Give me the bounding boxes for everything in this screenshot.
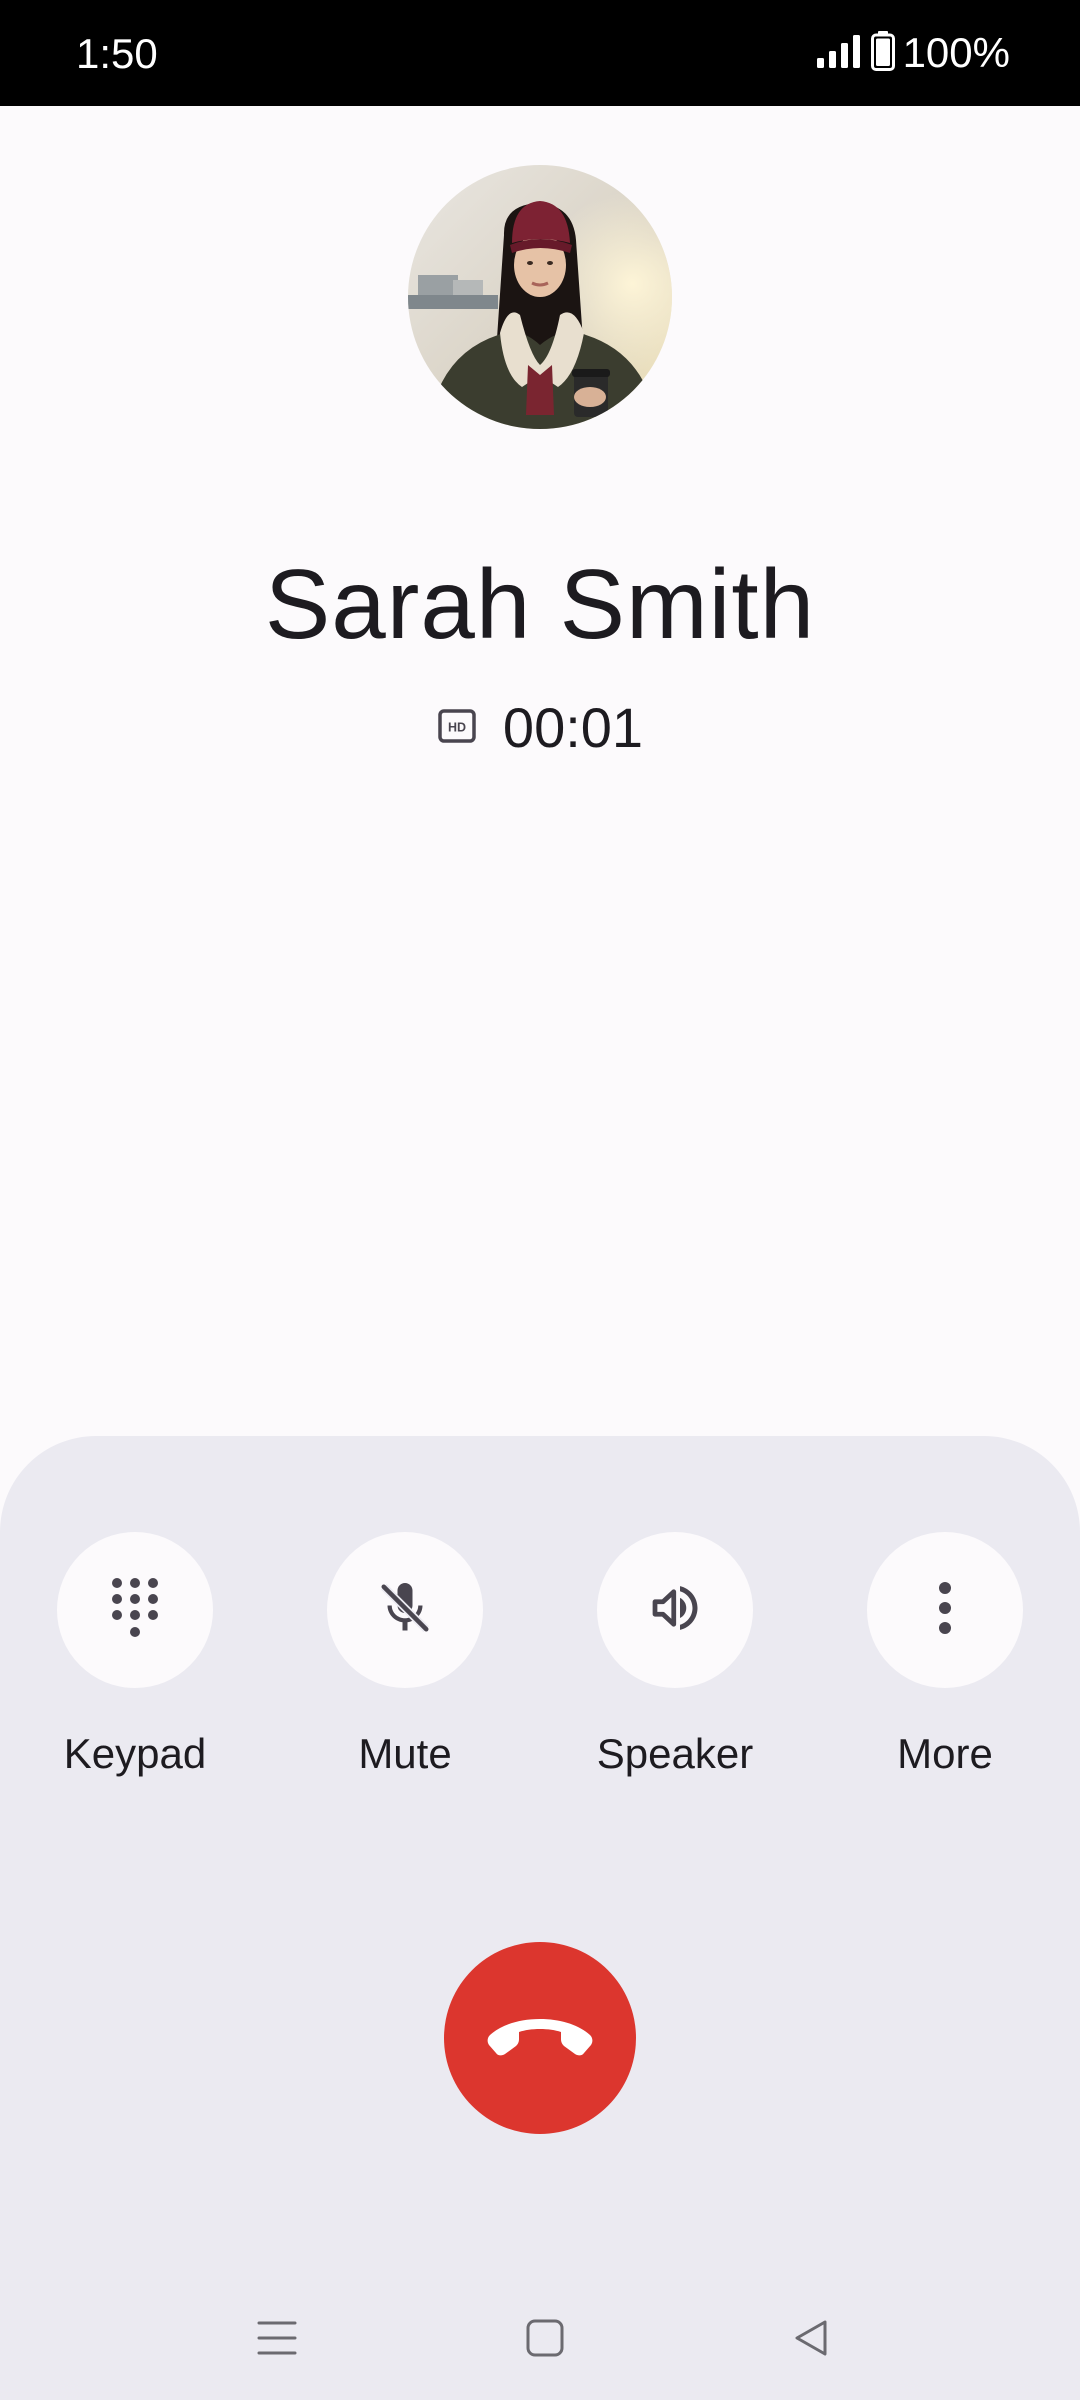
back-button[interactable] — [781, 2310, 841, 2370]
more-button[interactable] — [867, 1532, 1023, 1688]
mute-button[interactable] — [327, 1532, 483, 1688]
recents-button[interactable] — [247, 2310, 307, 2370]
mic-off-icon — [375, 1578, 435, 1643]
more-vert-icon — [935, 1580, 955, 1641]
call-end-icon — [485, 2011, 595, 2066]
speaker-icon — [645, 1578, 705, 1643]
battery-icon — [870, 30, 895, 76]
recents-icon — [257, 2319, 297, 2362]
svg-text:HD: HD — [448, 720, 466, 734]
keypad-button[interactable] — [57, 1532, 213, 1688]
dialpad-icon — [107, 1575, 163, 1646]
caller-name: Sarah Smith — [264, 549, 816, 659]
keypad-control: Keypad — [25, 1532, 245, 1778]
call-info: HD 00:01 — [0, 696, 1080, 760]
status-time: 1:50 — [76, 30, 158, 77]
status-bar: 1:50 100% — [0, 0, 1080, 106]
more-control: More — [835, 1532, 1055, 1778]
speaker-label: Speaker — [596, 1730, 754, 1777]
speaker-button[interactable] — [597, 1532, 753, 1688]
end-call-button[interactable] — [444, 1942, 636, 2134]
battery-level: 100% — [902, 29, 1010, 76]
hd-icon: HD — [437, 706, 477, 751]
call-controls-sheet: Keypad Mute Speaker More — [0, 1436, 1080, 2400]
call-timer: 00:01 — [502, 696, 644, 759]
signal-icon — [816, 34, 863, 73]
home-icon — [525, 2318, 565, 2363]
navigation-bar — [0, 2270, 1080, 2400]
back-icon — [791, 2318, 831, 2363]
contact-avatar — [408, 165, 672, 429]
status-icons: 100% — [816, 29, 1010, 76]
mute-control: Mute — [295, 1532, 515, 1778]
speaker-control: Speaker — [565, 1532, 785, 1778]
mute-label: Mute — [358, 1730, 452, 1777]
keypad-label: Keypad — [63, 1730, 207, 1777]
home-button[interactable] — [515, 2310, 575, 2370]
more-label: More — [897, 1730, 993, 1777]
in-call-screen: 1:50 100% Sarah Smith HD 00:01 Keypad Mu… — [0, 0, 1080, 2400]
